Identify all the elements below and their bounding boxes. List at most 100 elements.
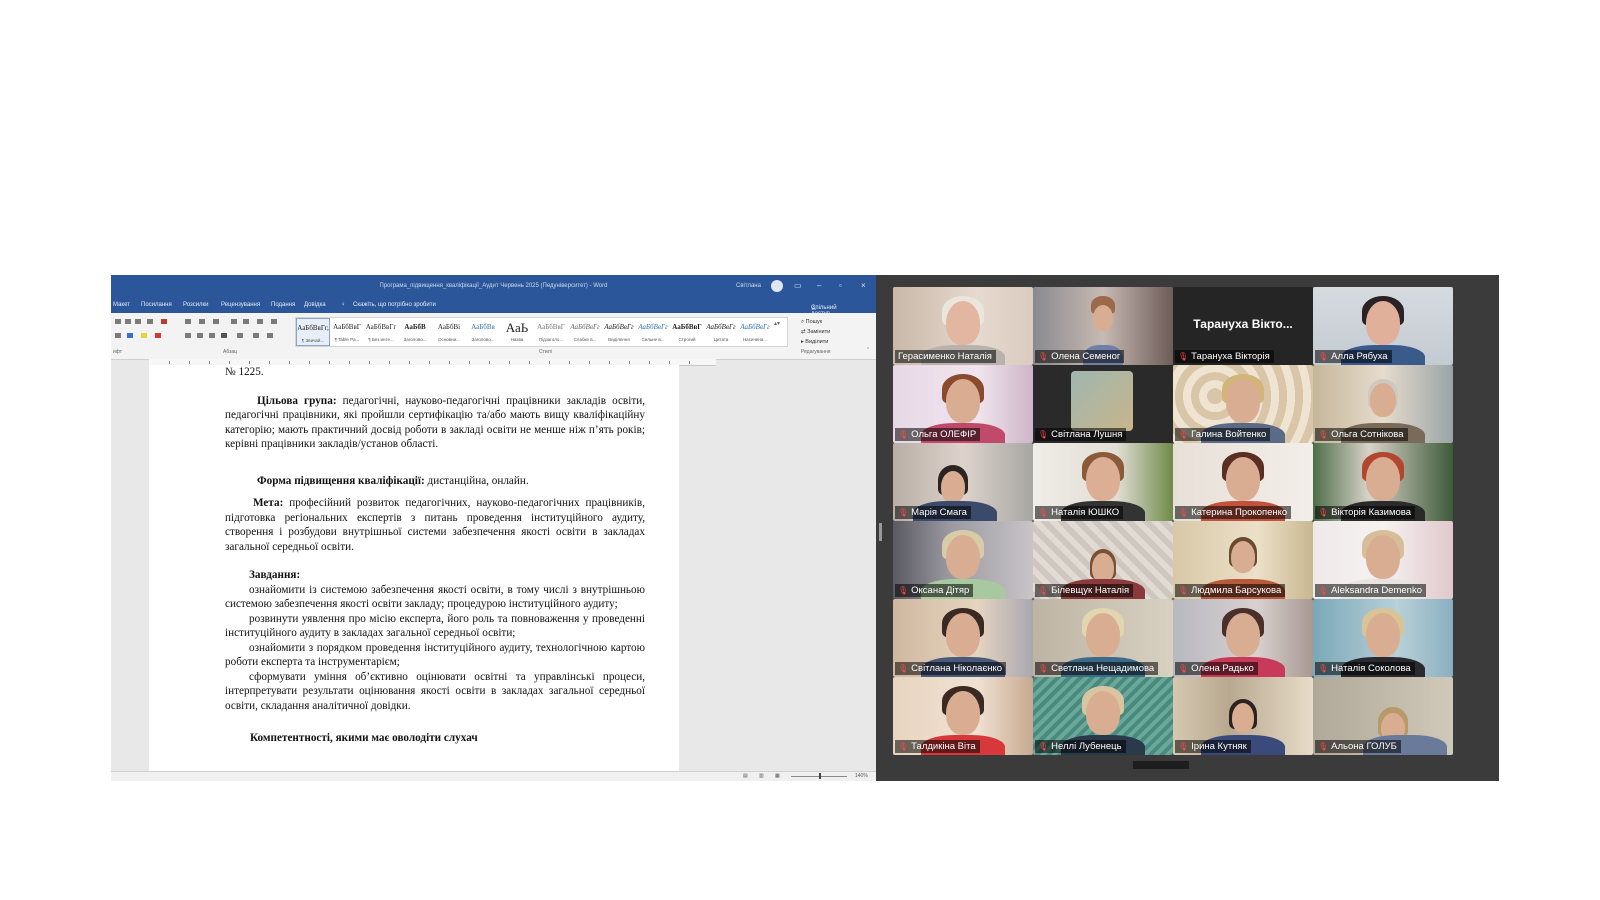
- document-page[interactable]: № 1225. Цільова група: педагогічні, наук…: [149, 365, 679, 771]
- find-button[interactable]: ⌕ Пошук: [801, 317, 830, 327]
- grow-font-icon[interactable]: [125, 319, 131, 324]
- justify-icon[interactable]: [221, 333, 227, 338]
- style-intense-quote[interactable]: АаБбВвГг Насичена...: [738, 318, 772, 346]
- participant-tile[interactable]: 🎙 Ольга Сотнікова: [1313, 365, 1453, 443]
- participant-tile[interactable]: 🎙 Білевщук Наталія: [1033, 521, 1173, 599]
- muted-mic-icon: 🎙: [898, 742, 909, 751]
- read-mode-icon[interactable]: ▤: [743, 773, 748, 779]
- text-effects-icon[interactable]: [127, 333, 133, 338]
- minimize-icon[interactable]: –: [817, 281, 821, 290]
- style-heading2[interactable]: АаБбВв Заголово...: [466, 318, 500, 346]
- shrink-font-icon[interactable]: [135, 319, 141, 324]
- shading-icon[interactable]: [253, 333, 259, 338]
- clear-format-icon[interactable]: [161, 319, 167, 324]
- style-emphasis[interactable]: АаБбВвГг Виділення: [602, 318, 636, 346]
- style-table[interactable]: АаБбВвГ ¶ Table Pa...: [330, 318, 364, 346]
- participant-tile[interactable]: 🎙 Альона ГОЛУБ: [1313, 677, 1453, 755]
- participant-tile[interactable]: 🎙 Галина Войтенко: [1173, 365, 1313, 443]
- multilevel-icon[interactable]: [213, 319, 219, 324]
- tab-review[interactable]: Рецензування: [221, 302, 260, 308]
- font-size-icon[interactable]: [115, 319, 121, 324]
- gallery-page-tab[interactable]: [1133, 761, 1189, 769]
- font-color-icon[interactable]: [155, 333, 161, 338]
- training-form-text: дистанційна, онлайн.: [424, 474, 529, 487]
- lightbulb-icon: ♀: [341, 302, 346, 308]
- numbering-icon[interactable]: [199, 319, 205, 324]
- borders-icon[interactable]: [267, 333, 273, 338]
- participant-tile[interactable]: 🎙 Олена Радько: [1173, 599, 1313, 677]
- increase-indent-icon[interactable]: [243, 319, 249, 324]
- participant-tile[interactable]: 🎙 Неллі Лубенець: [1033, 677, 1173, 755]
- align-right-icon[interactable]: [209, 333, 215, 338]
- tab-layout[interactable]: Макет: [113, 302, 130, 308]
- document-body[interactable]: № 1225. Цільова група: педагогічні, наук…: [225, 365, 645, 746]
- style-intense-emphasis[interactable]: АаБбВвГг Сильне в...: [636, 318, 670, 346]
- tab-help[interactable]: Довідка: [304, 302, 326, 308]
- bullets-icon[interactable]: [185, 319, 191, 324]
- style-title[interactable]: АаЬ Назва: [500, 318, 534, 346]
- participant-tile[interactable]: 🎙 Aleksandra Demenko: [1313, 521, 1453, 599]
- style-subtle-emphasis[interactable]: АаБбВвГг Слабке в...: [568, 318, 602, 346]
- style-main[interactable]: АаБбВі Основни...: [432, 318, 466, 346]
- participant-tile[interactable]: 🎙 Катерина Прокопенко: [1173, 443, 1313, 521]
- split-handle[interactable]: [879, 523, 882, 541]
- line-spacing-icon[interactable]: [237, 333, 243, 338]
- style-normal[interactable]: АаБбВвГг, ¶ Звичай...: [296, 318, 330, 346]
- maximize-icon[interactable]: ▫: [839, 281, 842, 290]
- align-left-icon[interactable]: [185, 333, 191, 338]
- participant-tile[interactable]: 🎙 Ірина Кутняк: [1173, 677, 1313, 755]
- style-heading1[interactable]: АаБбВ Заголово...: [398, 318, 432, 346]
- style-no-spacing[interactable]: АаБбВвГг ¶ Без инте...: [364, 318, 398, 346]
- participant-tile[interactable]: 🎙 Світлана Ніколаєнко: [893, 599, 1033, 677]
- participant-tile[interactable]: 🎙 Светлана Нещадимова: [1033, 599, 1173, 677]
- select-button[interactable]: ▸ Виділити: [801, 337, 830, 347]
- participant-tile[interactable]: 🎙 Вікторія Казимова: [1313, 443, 1453, 521]
- participant-tile[interactable]: 🎙 Світлана Лушня: [1033, 365, 1173, 443]
- style-name: ¶ Без инте...: [368, 337, 394, 342]
- style-quote[interactable]: АаБбВвГг Цитата: [704, 318, 738, 346]
- tell-me-box[interactable]: Скажіть, що потрібно зробити: [353, 302, 436, 308]
- muted-mic-icon: 🎙: [898, 586, 909, 595]
- user-name[interactable]: Світлана: [736, 283, 761, 289]
- participant-tile[interactable]: 🎙 Людмила Барсукова: [1173, 521, 1313, 599]
- participant-tile[interactable]: Тарануха Вікто... 🎙 Тарануха Вікторія: [1173, 287, 1313, 365]
- participant-tile[interactable]: 🎙 Талдикіна Віта: [893, 677, 1033, 755]
- participant-tile[interactable]: Герасименко Наталія: [893, 287, 1033, 365]
- tab-mailings[interactable]: Розсилки: [183, 302, 209, 308]
- align-center-icon[interactable]: [197, 333, 203, 338]
- participant-tile[interactable]: 🎙 Наталія ЮШКО: [1033, 443, 1173, 521]
- zoom-slider-thumb[interactable]: [819, 773, 821, 779]
- task-item-4: сформувати уміння об’єктивно оцінювати о…: [225, 670, 645, 712]
- video-gallery: Герасименко Наталія 🎙 Олена Семеног Таран…: [893, 287, 1465, 769]
- participant-tile[interactable]: 🎙 Алла Рябуха: [1313, 287, 1453, 365]
- superscript-icon[interactable]: [115, 333, 121, 338]
- participant-tile[interactable]: 🎙 Олена Семеног: [1033, 287, 1173, 365]
- pilcrow-icon[interactable]: [271, 319, 277, 324]
- participant-tile[interactable]: 🎙 Ольга ОЛЕФІР: [893, 365, 1033, 443]
- tab-view[interactable]: Подання: [271, 302, 295, 308]
- zoom-level[interactable]: 140%: [855, 773, 868, 779]
- style-strong[interactable]: АаБбВвГ Строгий: [670, 318, 704, 346]
- word-titlebar: Програма_підвищення_кваліфікації_Аудит Ч…: [111, 275, 876, 299]
- style-subtitle[interactable]: АаБбВвГ Підзаголо...: [534, 318, 568, 346]
- print-layout-icon[interactable]: ▥: [759, 773, 764, 779]
- participant-name: 🎙 Алла Рябуха: [1315, 350, 1392, 363]
- styles-scroll-icon[interactable]: ▴▾: [774, 320, 780, 327]
- participant-tile[interactable]: 🎙 Марія Смага: [893, 443, 1033, 521]
- replace-button[interactable]: ⇄ Замінити: [801, 327, 830, 337]
- sort-icon[interactable]: [257, 319, 263, 324]
- ribbon-display-icon[interactable]: ▭: [794, 281, 802, 290]
- web-layout-icon[interactable]: ▦: [775, 773, 780, 779]
- tasks-heading: Завдання:: [225, 568, 645, 583]
- group-editing-label: Редагування: [801, 349, 831, 355]
- close-icon[interactable]: ×: [861, 281, 866, 290]
- participant-tile[interactable]: 🎙 Наталія Соколова: [1313, 599, 1453, 677]
- target-group-label: Цільова група:: [257, 394, 337, 407]
- collapse-ribbon-icon[interactable]: ⌃: [866, 347, 870, 353]
- decrease-indent-icon[interactable]: [231, 319, 237, 324]
- tab-references[interactable]: Посилання: [141, 302, 172, 308]
- change-case-icon[interactable]: [147, 319, 153, 324]
- participant-tile[interactable]: 🎙 Оксана Дітяр: [893, 521, 1033, 599]
- highlight-icon[interactable]: [141, 333, 147, 338]
- user-avatar[interactable]: [771, 280, 783, 292]
